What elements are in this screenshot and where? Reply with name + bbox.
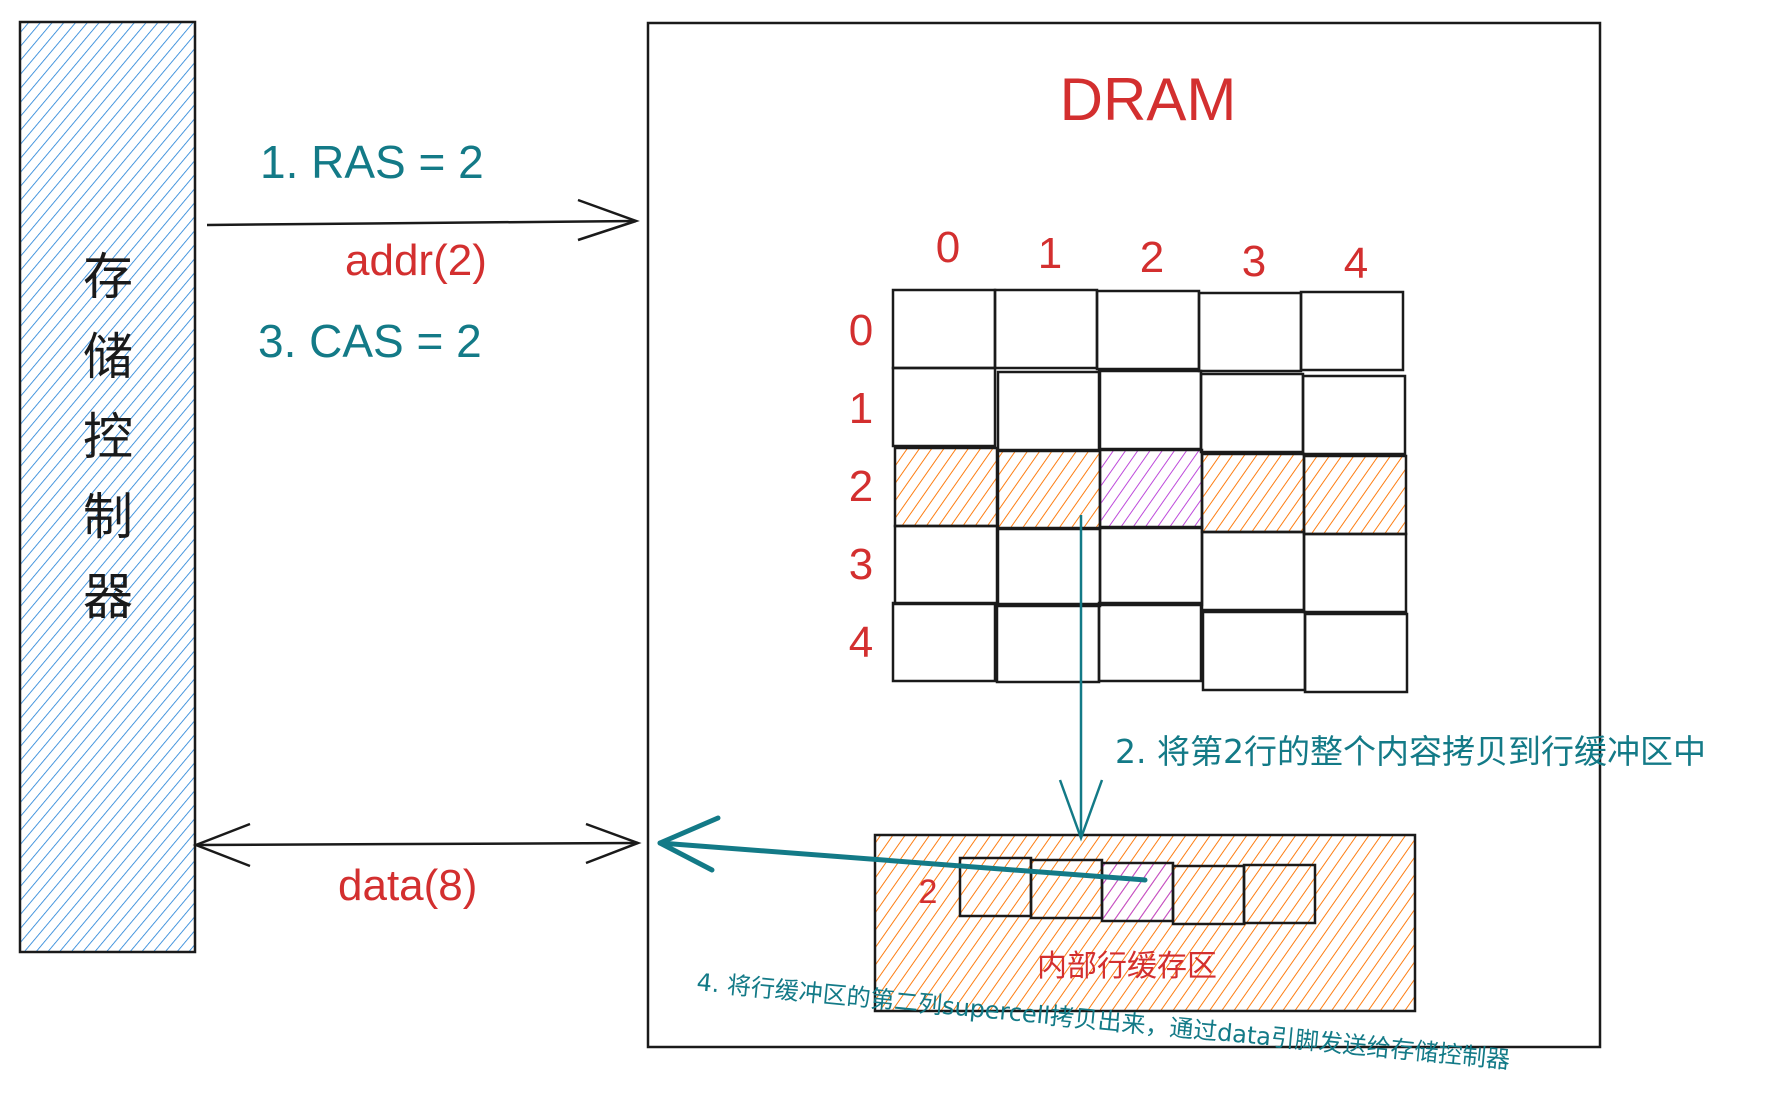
column-headers: 0 1 2 3 4 [936,223,1368,288]
dram-cell [891,288,997,370]
controller-hatch [20,22,195,952]
row-header: 1 [849,384,873,433]
dram-cell [893,524,999,606]
row-header: 2 [849,462,873,511]
addr-label: addr(2) [345,236,487,285]
column-header: 1 [1038,229,1062,278]
dram-cell [1302,532,1408,614]
row-header: 3 [849,540,873,589]
dram-cell [1097,601,1203,683]
row-header: 4 [849,618,873,667]
row-headers: 0 1 2 3 4 [849,306,873,667]
data-bus-arrow [192,822,642,868]
controller-label-char: 制 [83,488,133,546]
row-buffer-label: 内部行缓存区 [1037,949,1217,984]
addr-bus-line [206,219,637,227]
dram-cell-fill [1304,456,1406,534]
dram-cell [1197,291,1303,373]
dram-cell [996,370,1102,452]
controller-label-char: 存 [83,248,133,306]
dram-cell-fill [1202,454,1304,532]
step1-label: 1. RAS = 2 [260,136,484,188]
step3-label: 3. CAS = 2 [258,315,482,367]
dram-cell [1097,369,1203,451]
controller-label-char: 储 [83,328,133,386]
dram-cell-fill [895,448,997,526]
column-header: 3 [1242,237,1266,286]
dram-cell [1098,525,1204,607]
data-label: data(8) [338,861,477,910]
column-header: 2 [1140,233,1164,282]
column-header: 0 [936,223,960,272]
controller-label-char: 器 [83,568,133,626]
buffer-cell-fill [1102,863,1173,921]
row-buffer: 2 内部行缓存区 [873,833,1417,1013]
dram-cell [1199,372,1305,454]
dram-cell-fill [998,451,1100,529]
data-bus-line [195,841,639,847]
dram-title: DRAM [1060,66,1237,133]
dram-cell [891,601,997,683]
dram-cell-fill [1100,450,1202,528]
dram-cell [1200,530,1306,612]
row-buffer-row-label: 2 [919,873,938,911]
row-header: 0 [849,306,873,355]
memory-controller: 存 储 控 制 器 [18,20,197,954]
dram-cell [1303,612,1409,694]
column-header: 4 [1344,239,1368,288]
dram-cell [996,526,1102,608]
copy-row-arrow [1058,515,1104,842]
row-buffer-hatch [875,835,1415,1011]
dram-cell [1095,289,1201,371]
dram-cell [993,288,1099,370]
dram-cell [1301,374,1407,456]
dram-cell [995,602,1101,684]
step2-label: 2. 将第2行的整个内容拷贝到行缓冲区中 [1115,732,1706,771]
controller-label-char: 控 [83,408,133,466]
addr-bus-arrow [206,198,640,242]
dram-cell [1201,610,1307,692]
dram-read-diagram: 存 储 控 制 器 1. RAS = 2 addr(2) 3. CAS = 2 … [18,20,1706,1074]
dram-cell-array [891,288,1409,694]
dram-cell [1299,290,1405,372]
dram-cell [891,366,997,448]
